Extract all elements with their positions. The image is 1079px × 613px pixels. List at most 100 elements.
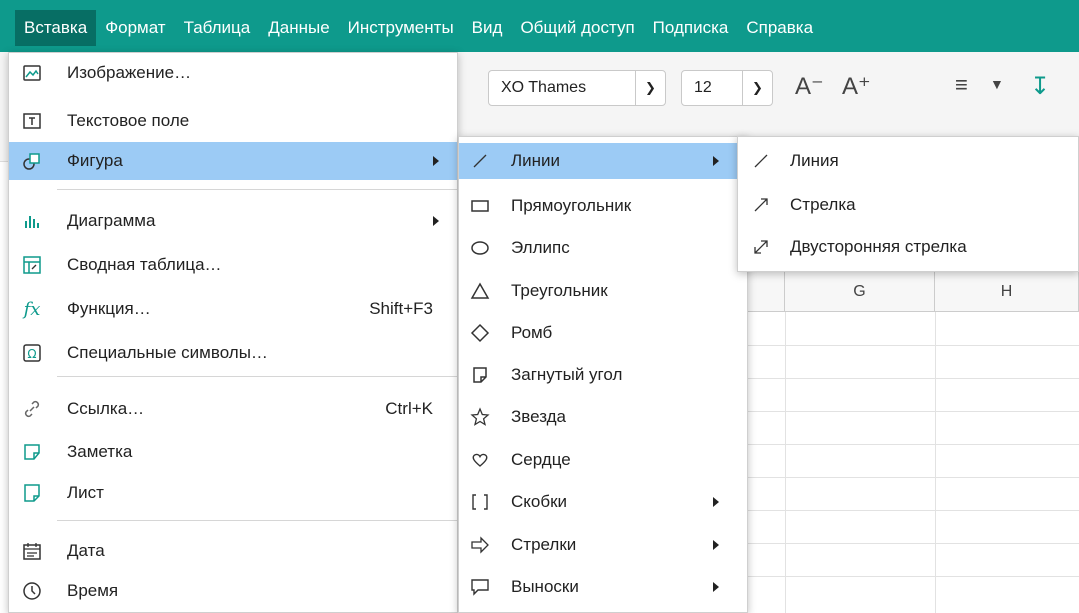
menu-item-brackets[interactable]: Скобки xyxy=(459,484,747,520)
font-size-select[interactable]: 12 ❯ xyxy=(681,70,773,106)
menu-item-label: Заметка xyxy=(67,442,133,461)
menu-item-label: Линия xyxy=(790,151,839,170)
omega-icon: Ω xyxy=(21,342,43,364)
grid-line xyxy=(745,411,1079,412)
arrows-icon xyxy=(469,534,491,556)
column-label: H xyxy=(1000,282,1013,300)
menu-item-time[interactable]: Время xyxy=(9,573,457,609)
double-arrow-icon xyxy=(750,236,772,258)
menu-item-link[interactable]: Ссылка… Ctrl+K xyxy=(9,391,457,427)
svg-text:Ω: Ω xyxy=(27,347,36,361)
menu-item-arrow[interactable]: Стрелка xyxy=(738,187,1078,223)
grid-line xyxy=(785,312,786,613)
menu-sharing[interactable]: Общий доступ xyxy=(511,10,643,46)
menu-item-rhombus[interactable]: Ромб xyxy=(459,315,747,351)
function-icon: fx xyxy=(23,298,41,320)
chevron-down-icon[interactable]: ❯ xyxy=(742,71,772,105)
menu-table[interactable]: Таблица xyxy=(175,10,260,46)
rhombus-icon xyxy=(469,322,491,344)
menu-bar: Вставка Формат Таблица Данные Инструмент… xyxy=(0,0,1079,52)
pivot-table-icon xyxy=(21,254,43,276)
menu-item-arrows[interactable]: Стрелки xyxy=(459,527,747,563)
menu-subscription[interactable]: Подписка xyxy=(644,10,738,46)
menu-item-star[interactable]: Звезда xyxy=(459,399,747,435)
valign-bottom-icon[interactable]: ↧ xyxy=(1030,72,1050,101)
menu-item-chart[interactable]: Диаграмма xyxy=(9,203,457,239)
menu-format[interactable]: Формат xyxy=(96,10,174,46)
menu-item-label: Выноски xyxy=(511,577,579,596)
menu-item-triangle[interactable]: Треугольник xyxy=(459,273,747,309)
menu-item-label: Стрелки xyxy=(511,535,577,554)
align-icon[interactable]: ≡ xyxy=(955,72,968,98)
menu-item-lines[interactable]: Линии xyxy=(459,143,747,179)
increase-font-icon[interactable]: A⁺ xyxy=(842,72,871,101)
grid-line xyxy=(745,345,1079,346)
ellipse-icon xyxy=(469,237,491,259)
folded-corner-icon xyxy=(469,364,491,386)
menu-item-line[interactable]: Линия xyxy=(738,143,1078,179)
grid-line xyxy=(935,312,936,613)
link-icon xyxy=(21,398,43,420)
submenu-arrow-icon xyxy=(713,156,719,166)
grid-line xyxy=(745,378,1079,379)
menu-item-label: Эллипс xyxy=(511,238,570,257)
grid-line xyxy=(745,444,1079,445)
column-label: G xyxy=(853,282,866,300)
menu-item-label: Лист xyxy=(67,483,104,502)
chevron-down-icon[interactable]: ❯ xyxy=(635,71,665,105)
menu-item-heart[interactable]: Сердце xyxy=(459,442,747,478)
menu-item-label: Диаграмма xyxy=(67,211,156,230)
menu-help[interactable]: Справка xyxy=(737,10,822,46)
menu-item-label: Загнутый угол xyxy=(511,365,623,384)
rectangle-icon xyxy=(469,195,491,217)
callout-icon xyxy=(469,576,491,598)
menu-item-text-box[interactable]: Текстовое поле xyxy=(9,103,457,139)
heart-icon xyxy=(469,449,491,471)
menu-item-pivot-table[interactable]: Сводная таблица… xyxy=(9,247,457,283)
menu-item-function[interactable]: fx Функция… Shift+F3 xyxy=(9,291,457,327)
brackets-icon xyxy=(469,491,491,513)
menu-item-label: Функция… xyxy=(67,299,151,318)
menu-data[interactable]: Данные xyxy=(259,10,338,46)
menu-item-label: Специальные символы… xyxy=(67,343,268,362)
menu-tools[interactable]: Инструменты xyxy=(339,10,463,46)
submenu-arrow-icon xyxy=(433,156,439,166)
menu-view[interactable]: Вид xyxy=(463,10,512,46)
submenu-arrow-icon xyxy=(713,497,719,507)
lines-submenu: Линия Стрелка Двусторонняя стрелка xyxy=(737,136,1079,272)
menu-item-rectangle[interactable]: Прямоугольник xyxy=(459,188,747,224)
column-header-f[interactable] xyxy=(745,272,785,312)
font-name-value: XO Thames xyxy=(501,79,587,96)
column-header-h[interactable]: H xyxy=(935,272,1079,312)
menu-item-folded-corner[interactable]: Загнутый угол xyxy=(459,357,747,393)
menu-item-ellipse[interactable]: Эллипс xyxy=(459,230,747,266)
menu-item-label: Двусторонняя стрелка xyxy=(790,237,967,256)
insert-menu: Изображение… Текстовое поле Фигура Диагр… xyxy=(8,52,458,613)
menu-item-label: Треугольник xyxy=(511,281,608,300)
shortcut-label: Shift+F3 xyxy=(369,299,433,318)
font-name-select[interactable]: XO Thames ❯ xyxy=(488,70,666,106)
submenu-arrow-icon xyxy=(713,540,719,550)
submenu-arrow-icon xyxy=(713,582,719,592)
menu-item-label: Звезда xyxy=(511,407,566,426)
star-icon xyxy=(469,406,491,428)
chevron-down-icon[interactable]: ▼ xyxy=(990,76,1004,92)
menu-item-special-symbols[interactable]: Ω Специальные символы… xyxy=(9,335,457,371)
menu-item-label: Линии xyxy=(511,151,561,170)
menu-insert[interactable]: Вставка xyxy=(15,10,97,46)
decrease-font-icon[interactable]: A⁻ xyxy=(795,72,824,101)
triangle-icon xyxy=(469,280,491,302)
sheet-icon xyxy=(21,482,43,504)
menu-item-sheet[interactable]: Лист xyxy=(9,475,457,511)
shape-submenu: Линии Прямоугольник Эллипс Треугольник Р… xyxy=(458,136,748,613)
column-header-g[interactable]: G xyxy=(785,272,935,312)
note-icon xyxy=(21,441,43,463)
menu-item-label: Ромб xyxy=(511,323,553,342)
menu-item-callouts[interactable]: Выноски xyxy=(459,569,747,605)
menu-item-shape[interactable]: Фигура xyxy=(9,142,457,180)
menu-item-image[interactable]: Изображение… xyxy=(9,55,457,91)
menu-item-label: Дата xyxy=(67,541,105,560)
menu-item-date[interactable]: Дата xyxy=(9,533,457,569)
menu-item-double-arrow[interactable]: Двусторонняя стрелка xyxy=(738,229,1078,265)
menu-item-note[interactable]: Заметка xyxy=(9,434,457,470)
